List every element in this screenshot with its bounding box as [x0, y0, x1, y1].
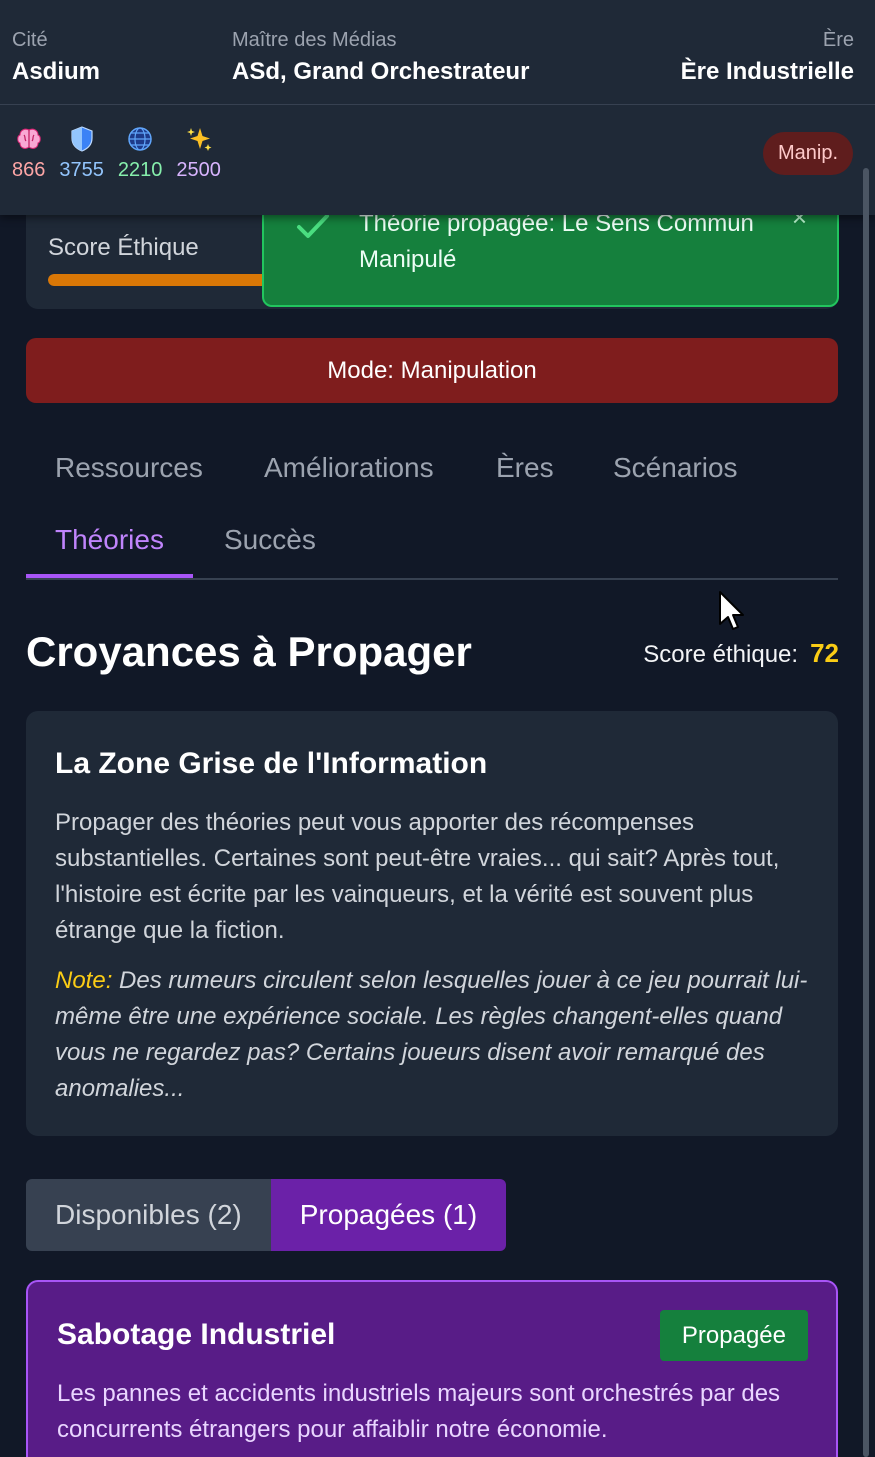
tab-ressources[interactable]: Ressources: [26, 432, 232, 504]
globe-icon: [127, 124, 153, 154]
section-title: Croyances à Propager: [26, 628, 472, 675]
note-text: Des rumeurs circulent selon lesquelles j…: [55, 967, 808, 1102]
resource-stats: 866 3755 2210 2500: [12, 124, 235, 182]
top-header: Cité Asdium Maître des Médias ASd, Grand…: [0, 0, 875, 215]
toast-message: Théorie propagée: Le Sens Commun Manipul…: [359, 210, 754, 273]
stat-value: 2500: [176, 159, 221, 181]
mode-button[interactable]: Mode: Manipulation: [26, 338, 838, 403]
sparkles-icon: [185, 124, 213, 154]
info-card: La Zone Grise de l'Information Propager …: [26, 711, 838, 1136]
scrollbar[interactable]: [863, 168, 869, 1457]
score-label: Score éthique:: [643, 641, 799, 668]
shield-icon: [70, 124, 94, 154]
subtab-propagated[interactable]: Propagées (1): [270, 1179, 507, 1251]
ethics-label: Score Éthique: [48, 234, 199, 261]
tab-eres[interactable]: Ères: [467, 432, 583, 504]
stat-value: 2210: [117, 159, 163, 181]
theory-title: Sabotage Industriel: [57, 1318, 336, 1351]
check-icon: [296, 212, 330, 245]
city-value: Asdium: [12, 58, 101, 85]
stat-influence: 866: [12, 124, 45, 182]
theory-card: Sabotage Industriel Propagée Les pannes …: [26, 1280, 838, 1457]
subtab-available[interactable]: Disponibles (2): [26, 1179, 271, 1251]
era-info: Ère Ère Industrielle: [681, 28, 854, 87]
stat-magic: 2500: [176, 124, 221, 182]
master-label: Maître des Médias: [232, 29, 397, 51]
main-tabs: Ressources Améliorations Ères Scénarios …: [26, 432, 838, 580]
info-note: Note: Des rumeurs circulent selon lesque…: [55, 963, 815, 1107]
era-value: Ère Industrielle: [680, 58, 854, 85]
city-info: Cité Asdium: [12, 28, 100, 87]
score-value: 72: [810, 638, 839, 668]
mode-badge[interactable]: Manip.: [762, 132, 853, 175]
ethics-score: Score éthique: 72: [643, 638, 839, 669]
tab-scenarios[interactable]: Scénarios: [584, 432, 767, 504]
info-title: La Zone Grise de l'Information: [55, 747, 488, 780]
master-value: ASd, Grand Orchestrateur: [232, 58, 530, 85]
brain-icon: [16, 124, 42, 154]
note-label: Note:: [55, 967, 113, 994]
city-label: Cité: [12, 29, 48, 51]
era-label: Ère: [822, 29, 854, 51]
tab-theories[interactable]: Théories: [26, 504, 193, 578]
theory-subtabs: Disponibles (2) Propagées (1): [26, 1179, 507, 1251]
status-badge: Propagée: [659, 1310, 808, 1361]
stat-reach: 2210: [117, 124, 163, 182]
theory-description: Les pannes et accidents industriels maje…: [57, 1380, 781, 1443]
stat-defense: 3755: [59, 124, 104, 182]
mouse-cursor-icon: [718, 590, 746, 639]
master-info: Maître des Médias ASd, Grand Orchestrate…: [232, 28, 529, 87]
info-paragraph: Propager des théories peut vous apporter…: [55, 809, 780, 944]
stat-value: 3755: [59, 159, 104, 181]
tab-ameliorations[interactable]: Améliorations: [235, 432, 463, 504]
header-info-row: Cité Asdium Maître des Médias ASd, Grand…: [0, 0, 875, 105]
stat-value: 866: [12, 159, 46, 181]
tab-succes[interactable]: Succès: [195, 504, 345, 576]
